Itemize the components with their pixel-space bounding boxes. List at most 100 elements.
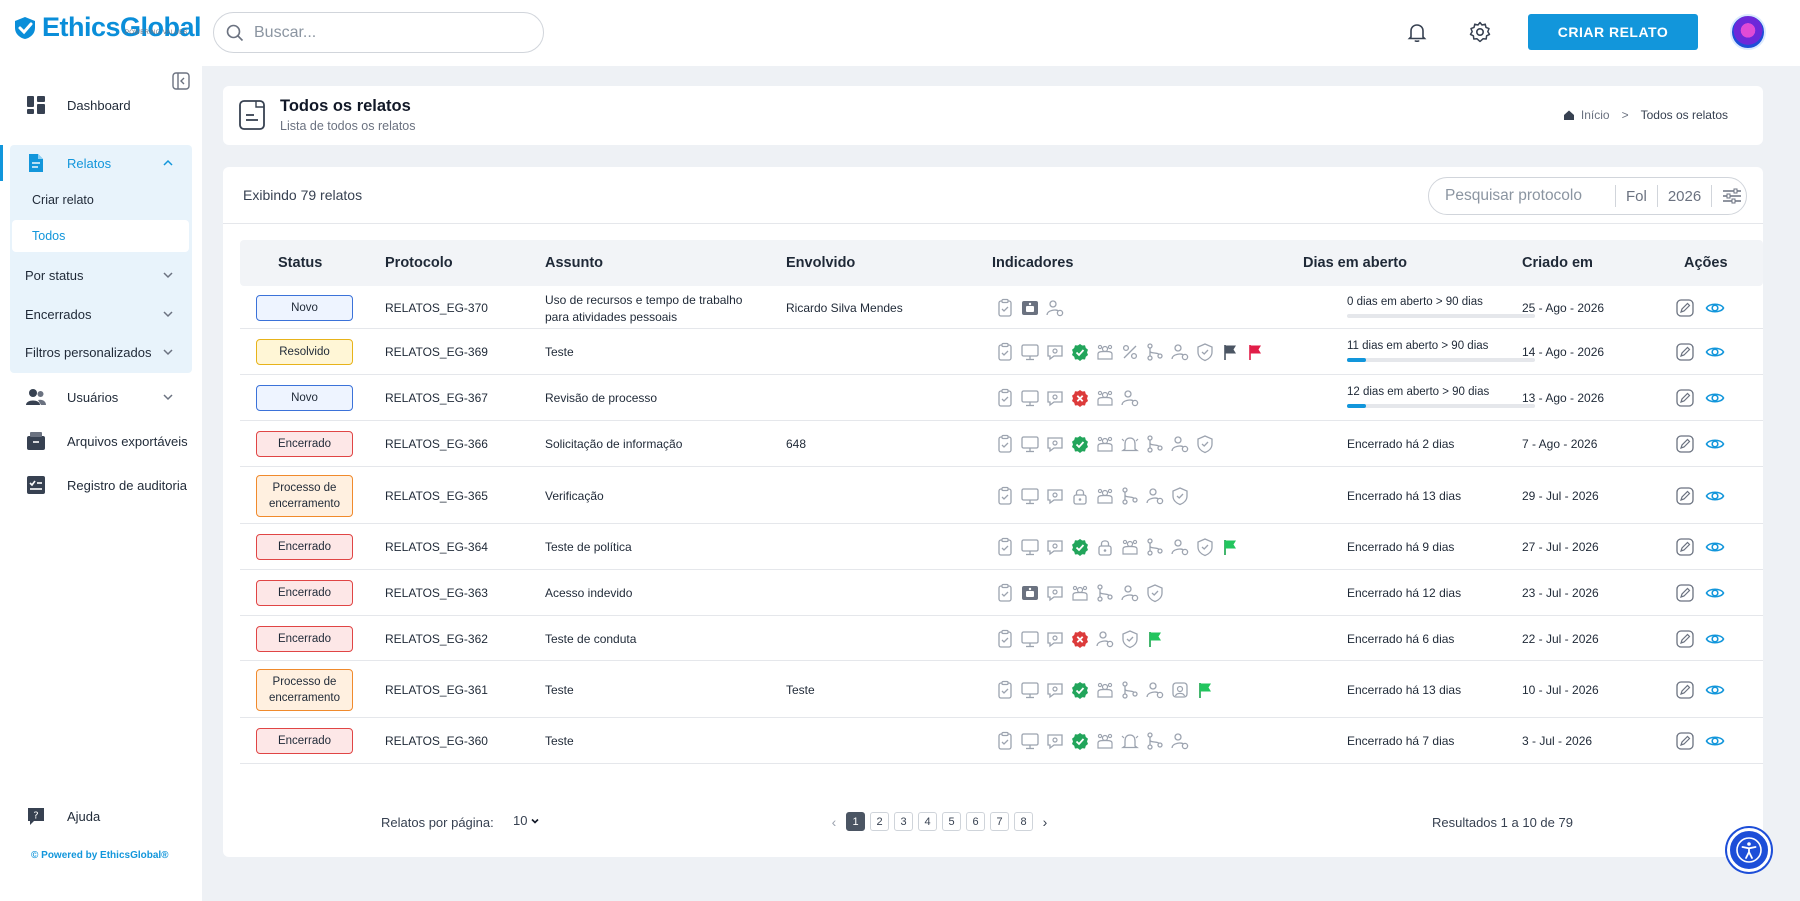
sidebar-item-relatos[interactable]: Relatos (0, 145, 202, 181)
breadcrumb-home[interactable]: Início (1581, 108, 1610, 122)
sidebar-subitem-criar-relato[interactable]: Criar relato (32, 193, 94, 207)
table-row[interactable]: Encerrado RELATOS_EG-364 Teste de políti… (240, 524, 1763, 570)
page-4-button[interactable]: 4 (918, 812, 937, 831)
protocol-cell[interactable]: RELATOS_EG-366 (385, 437, 488, 451)
protocol-year[interactable]: 2026 (1658, 188, 1711, 205)
group-icon[interactable] (1095, 486, 1115, 506)
monitor-icon[interactable] (1020, 680, 1040, 700)
protocol-cell[interactable]: RELATOS_EG-367 (385, 391, 488, 405)
protocol-cell[interactable]: RELATOS_EG-363 (385, 586, 488, 600)
x-red-icon[interactable] (1070, 388, 1090, 408)
chat-icon[interactable] (1045, 342, 1065, 362)
global-search[interactable] (213, 12, 544, 53)
sidebar-item-usuarios[interactable]: Usuários (0, 382, 202, 412)
edit-icon[interactable] (1675, 537, 1695, 557)
monitor-icon[interactable] (1020, 731, 1040, 751)
branch-icon[interactable] (1095, 583, 1115, 603)
user-avatar[interactable] (1730, 14, 1766, 50)
clipboard-icon[interactable] (995, 680, 1015, 700)
protocol-cell[interactable]: RELATOS_EG-361 (385, 683, 488, 697)
shield-icon[interactable] (1195, 537, 1215, 557)
edit-icon[interactable] (1675, 680, 1695, 700)
shield-icon[interactable] (1195, 342, 1215, 362)
edit-icon[interactable] (1675, 583, 1695, 603)
edit-icon[interactable] (1675, 342, 1695, 362)
table-row[interactable]: Resolvido RELATOS_EG-369 Teste 11 dias e… (240, 329, 1763, 375)
chat-icon[interactable] (1045, 537, 1065, 557)
person-pin-icon[interactable] (1120, 388, 1140, 408)
monitor-icon[interactable] (1020, 629, 1040, 649)
view-eye-icon[interactable] (1705, 731, 1725, 751)
branch-icon[interactable] (1145, 342, 1165, 362)
chat-icon[interactable] (1045, 583, 1065, 603)
clipboard-icon[interactable] (995, 298, 1015, 318)
protocol-cell[interactable]: RELATOS_EG-364 (385, 540, 488, 554)
person-pin-icon[interactable] (1170, 537, 1190, 557)
logo[interactable]: EthicsGlobal (12, 14, 202, 41)
view-eye-icon[interactable] (1705, 537, 1725, 557)
clipboard-icon[interactable] (995, 583, 1015, 603)
chat-icon[interactable] (1045, 434, 1065, 454)
view-eye-icon[interactable] (1705, 434, 1725, 454)
x-red-icon[interactable] (1070, 629, 1090, 649)
table-row[interactable]: Encerrado RELATOS_EG-360 Teste Encerrado… (240, 718, 1763, 764)
bell-icon[interactable] (1120, 434, 1140, 454)
chevron-up-icon[interactable] (162, 157, 174, 169)
view-eye-icon[interactable] (1705, 680, 1725, 700)
protocol-cell[interactable]: RELATOS_EG-362 (385, 632, 488, 646)
col-envolvido[interactable]: Envolvido (786, 255, 855, 271)
page-6-button[interactable]: 6 (966, 812, 985, 831)
page-1-button[interactable]: 1 (846, 812, 865, 831)
edit-icon[interactable] (1675, 486, 1695, 506)
settings-button[interactable] (1466, 18, 1494, 46)
view-eye-icon[interactable] (1705, 583, 1725, 603)
monitor-dark-icon[interactable] (1020, 583, 1040, 603)
group-icon[interactable] (1095, 342, 1115, 362)
group-icon[interactable] (1095, 388, 1115, 408)
person-pin-icon[interactable] (1095, 629, 1115, 649)
protocol-search-input[interactable] (1445, 187, 1615, 205)
protocol-prefix[interactable]: Fol (1616, 188, 1657, 205)
sidebar-item-encerrados[interactable]: Encerrados (0, 299, 202, 329)
protocol-cell[interactable]: RELATOS_EG-360 (385, 734, 488, 748)
edit-icon[interactable] (1675, 629, 1695, 649)
filter-sliders-icon[interactable] (1722, 187, 1742, 205)
branch-icon[interactable] (1145, 434, 1165, 454)
person-pin-icon[interactable] (1120, 583, 1140, 603)
group-icon[interactable] (1095, 680, 1115, 700)
person-pin-icon[interactable] (1170, 434, 1190, 454)
monitor-icon[interactable] (1020, 434, 1040, 454)
page-5-button[interactable]: 5 (942, 812, 961, 831)
view-eye-icon[interactable] (1705, 298, 1725, 318)
person-pin-icon[interactable] (1045, 298, 1065, 318)
col-protocolo[interactable]: Protocolo (385, 255, 453, 271)
edit-icon[interactable] (1675, 388, 1695, 408)
sidebar-item-auditoria[interactable]: Registro de auditoria (0, 470, 202, 500)
person-pin-icon[interactable] (1170, 731, 1190, 751)
chevron-down-icon[interactable] (162, 346, 174, 358)
flag-green-icon[interactable] (1145, 629, 1165, 649)
col-status[interactable]: Status (278, 255, 322, 271)
person-pin-icon[interactable] (1145, 486, 1165, 506)
branch-icon[interactable] (1120, 486, 1140, 506)
face-icon[interactable] (1170, 680, 1190, 700)
group-icon[interactable] (1070, 583, 1090, 603)
shield-icon[interactable] (1195, 434, 1215, 454)
chevron-down-icon[interactable] (162, 391, 174, 403)
protocol-cell[interactable]: RELATOS_EG-370 (385, 301, 488, 315)
table-row[interactable]: Encerrado RELATOS_EG-366 Solicitação de … (240, 421, 1763, 467)
protocol-cell[interactable]: RELATOS_EG-369 (385, 345, 488, 359)
view-eye-icon[interactable] (1705, 388, 1725, 408)
check-green-icon[interactable] (1070, 680, 1090, 700)
sidebar-item-ajuda[interactable]: ? Ajuda (0, 801, 202, 831)
monitor-icon[interactable] (1020, 486, 1040, 506)
check-green-icon[interactable] (1070, 434, 1090, 454)
flag-red-icon[interactable] (1245, 342, 1265, 362)
clipboard-icon[interactable] (995, 434, 1015, 454)
monitor-icon[interactable] (1020, 537, 1040, 557)
chevron-down-icon[interactable] (162, 269, 174, 281)
accessibility-button[interactable] (1727, 828, 1771, 872)
chat-icon[interactable] (1045, 680, 1065, 700)
check-green-icon[interactable] (1070, 537, 1090, 557)
branch-icon[interactable] (1145, 731, 1165, 751)
